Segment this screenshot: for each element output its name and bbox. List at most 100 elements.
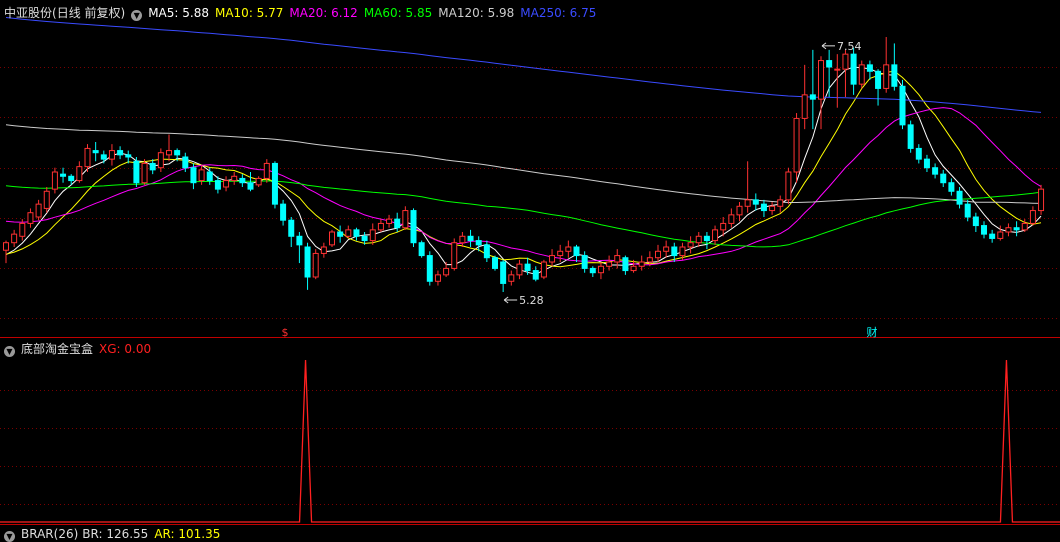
candle-up — [434, 274, 441, 282]
candle-up — [141, 162, 148, 184]
price-annotation-high: 7.54 — [837, 40, 862, 53]
candle-up — [166, 150, 172, 156]
candle-up — [11, 233, 18, 244]
candle-down — [125, 154, 132, 158]
candle-up — [76, 166, 83, 182]
candle-up — [263, 162, 270, 179]
candle-down — [492, 257, 498, 269]
candle-down — [483, 244, 490, 259]
candle-up — [679, 246, 686, 257]
candle-up — [198, 169, 205, 182]
dropdown-icon[interactable]: ▼ — [131, 10, 143, 21]
candle-up — [695, 235, 702, 244]
candle-down — [410, 210, 417, 244]
candle-down — [500, 261, 507, 284]
candle-up — [655, 250, 661, 259]
candle-down — [296, 235, 303, 246]
candle-up — [736, 205, 743, 216]
candle-up — [834, 68, 841, 71]
candle-up — [883, 64, 890, 89]
dropdown-icon[interactable]: ▼ — [4, 531, 15, 542]
candle-down — [703, 235, 710, 242]
indicator-header: ▼ 底部淘金宝盒 XG: 0.00 — [4, 341, 157, 357]
candle-up — [842, 53, 849, 70]
stock-name[interactable]: 中亚股份 — [4, 6, 52, 20]
candle-down — [752, 199, 759, 205]
candle-down — [940, 173, 947, 184]
candle-up — [630, 265, 637, 272]
candle-down — [972, 216, 979, 227]
candle-down — [981, 225, 987, 235]
dropdown-icon[interactable]: ▼ — [4, 346, 15, 357]
candle-down — [174, 150, 181, 156]
candle-down — [337, 231, 344, 237]
ar-value: AR: 101.35 — [154, 527, 221, 541]
candle-down — [117, 150, 124, 156]
main-chart-header: 中亚股份(日线 前复权) ▼ MA5: 5.88 MA10: 5.77 MA20: 6.… — [4, 5, 602, 21]
candle-up — [3, 242, 9, 251]
candle-down — [206, 171, 213, 182]
candle-up — [35, 203, 42, 218]
candle-down — [100, 154, 107, 160]
candle-up — [728, 214, 735, 224]
candle-up — [1038, 188, 1045, 212]
candle-down — [426, 255, 433, 282]
candle-up — [386, 218, 393, 224]
candle-down — [581, 255, 588, 269]
candle-up — [712, 229, 719, 242]
candle-down — [288, 219, 295, 237]
ma10-label: MA10: 5.77 — [214, 6, 284, 20]
candle-down — [68, 175, 75, 182]
candle-down — [826, 60, 833, 68]
candle-down — [182, 156, 189, 169]
brar-name[interactable]: BRAR(26) — [21, 527, 78, 541]
candle-up — [744, 199, 751, 207]
candle-up — [443, 267, 450, 276]
candle-up — [1021, 222, 1028, 231]
ma20-line — [5, 107, 1042, 266]
candle-up — [793, 117, 800, 173]
candle-down — [573, 246, 580, 257]
candlestick-chart[interactable]: 7.54 5.28 $ 财 — [0, 0, 1060, 535]
candle-up — [1029, 210, 1036, 224]
candle-up — [402, 210, 409, 229]
price-annotation-low: 5.28 — [519, 294, 544, 307]
candle-up — [646, 257, 653, 263]
candle-up — [769, 205, 776, 212]
ma5-label: MA5: 5.88 — [148, 6, 209, 20]
candle-up — [19, 222, 26, 237]
candle-down — [760, 203, 767, 212]
candle-up — [84, 147, 91, 168]
candle-up — [858, 64, 865, 85]
candle-down — [149, 162, 156, 171]
candle-down — [280, 203, 287, 221]
candle-down — [899, 85, 906, 126]
candle-up — [1005, 227, 1012, 233]
candle-up — [614, 255, 621, 263]
candle-down — [532, 270, 539, 280]
candle-down — [214, 180, 221, 190]
candle-up — [223, 180, 230, 188]
candle-down — [589, 267, 596, 274]
candle-down — [622, 257, 629, 272]
candle-down — [92, 150, 99, 154]
candle-down — [271, 162, 278, 205]
candle-up — [801, 94, 808, 119]
candle-down — [923, 158, 930, 169]
candle-down — [60, 173, 67, 177]
candle-up — [320, 246, 327, 254]
ma250-label: MA250: 6.75 — [520, 6, 597, 20]
candle-down — [394, 218, 401, 229]
candle-up — [231, 175, 238, 182]
candle-up — [720, 222, 727, 231]
candle-down — [1013, 227, 1020, 231]
indicator-value: XG: 0.00 — [99, 342, 152, 356]
indicator-name[interactable]: 底部淘金宝盒 — [21, 342, 93, 356]
candle-down — [964, 203, 971, 218]
candle-down — [353, 229, 360, 237]
candle-down — [956, 190, 963, 205]
candle-up — [597, 265, 604, 274]
candle-up — [51, 171, 58, 190]
candle-up — [459, 235, 466, 244]
candle-down — [850, 53, 857, 85]
